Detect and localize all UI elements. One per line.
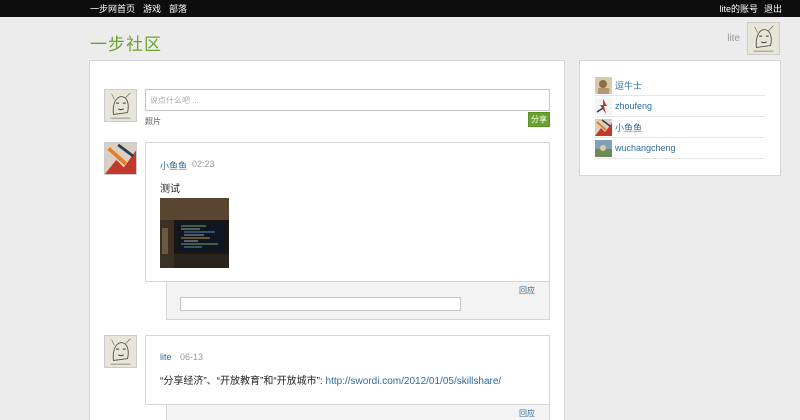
sidebar-user-name[interactable]: zhoufeng <box>615 101 652 111</box>
top-nav: 一步网首页 游戏 部落 <box>90 0 187 17</box>
nav-home-link[interactable]: 一步网首页 <box>90 2 135 15</box>
account-link[interactable]: lite的账号 <box>719 2 758 15</box>
sidebar-user[interactable]: 逗牛士 <box>595 75 765 96</box>
user-avatar <box>595 76 612 94</box>
top-account-area: lite的账号 退出 <box>719 0 782 17</box>
sidebar-user[interactable]: wuchangcheng <box>595 138 765 159</box>
nav-tribe-link[interactable]: 部落 <box>169 2 187 15</box>
sidebar-user[interactable]: 小鱼鱼 <box>595 117 765 138</box>
site-title[interactable]: 一步社区 <box>90 30 162 55</box>
sidebar-user-name[interactable]: wuchangcheng <box>615 143 676 153</box>
photo-link[interactable]: 照片 <box>145 116 161 127</box>
post-author-link[interactable]: 小鱼鱼 <box>160 159 187 172</box>
composer-avatar <box>104 89 137 122</box>
user-avatar <box>595 118 612 136</box>
post-author-link[interactable]: lite <box>160 352 172 362</box>
post-text-body: “分享经济”、“开放教育”和“开放城市”: <box>160 376 326 387</box>
post-card <box>145 335 550 405</box>
post-time: 06-13 <box>180 352 204 362</box>
post-photo[interactable] <box>160 198 229 268</box>
share-button[interactable]: 分享 <box>528 112 550 127</box>
post-time: 02:23 <box>192 159 215 169</box>
sidebar-user-name[interactable]: 小鱼鱼 <box>615 121 642 134</box>
user-avatar <box>595 97 612 115</box>
post-text: “分享经济”、“开放教育”和“开放城市”: http://swordi.com/… <box>160 372 501 387</box>
reply-link[interactable]: 回应 <box>519 408 535 419</box>
header-username[interactable]: lite <box>727 33 740 44</box>
reply-link[interactable]: 回应 <box>519 285 535 296</box>
sidebar-user[interactable]: zhoufeng <box>595 96 765 117</box>
user-avatar <box>595 139 612 157</box>
status-input[interactable] <box>145 89 550 111</box>
header-avatar[interactable] <box>747 22 780 55</box>
post-author-avatar[interactable] <box>104 142 137 175</box>
reply-input[interactable] <box>180 297 461 311</box>
logout-link[interactable]: 退出 <box>764 2 782 15</box>
post-author-avatar[interactable] <box>104 335 137 368</box>
reply-area <box>166 405 550 420</box>
post-link[interactable]: http://swordi.com/2012/01/05/skillshare/ <box>326 376 502 387</box>
post-text: 测试 <box>160 184 180 195</box>
top-bar: 一步网首页 游戏 部落 lite的账号 退出 <box>0 0 800 17</box>
sidebar-user-name[interactable]: 逗牛士 <box>615 79 642 92</box>
nav-games-link[interactable]: 游戏 <box>143 2 161 15</box>
